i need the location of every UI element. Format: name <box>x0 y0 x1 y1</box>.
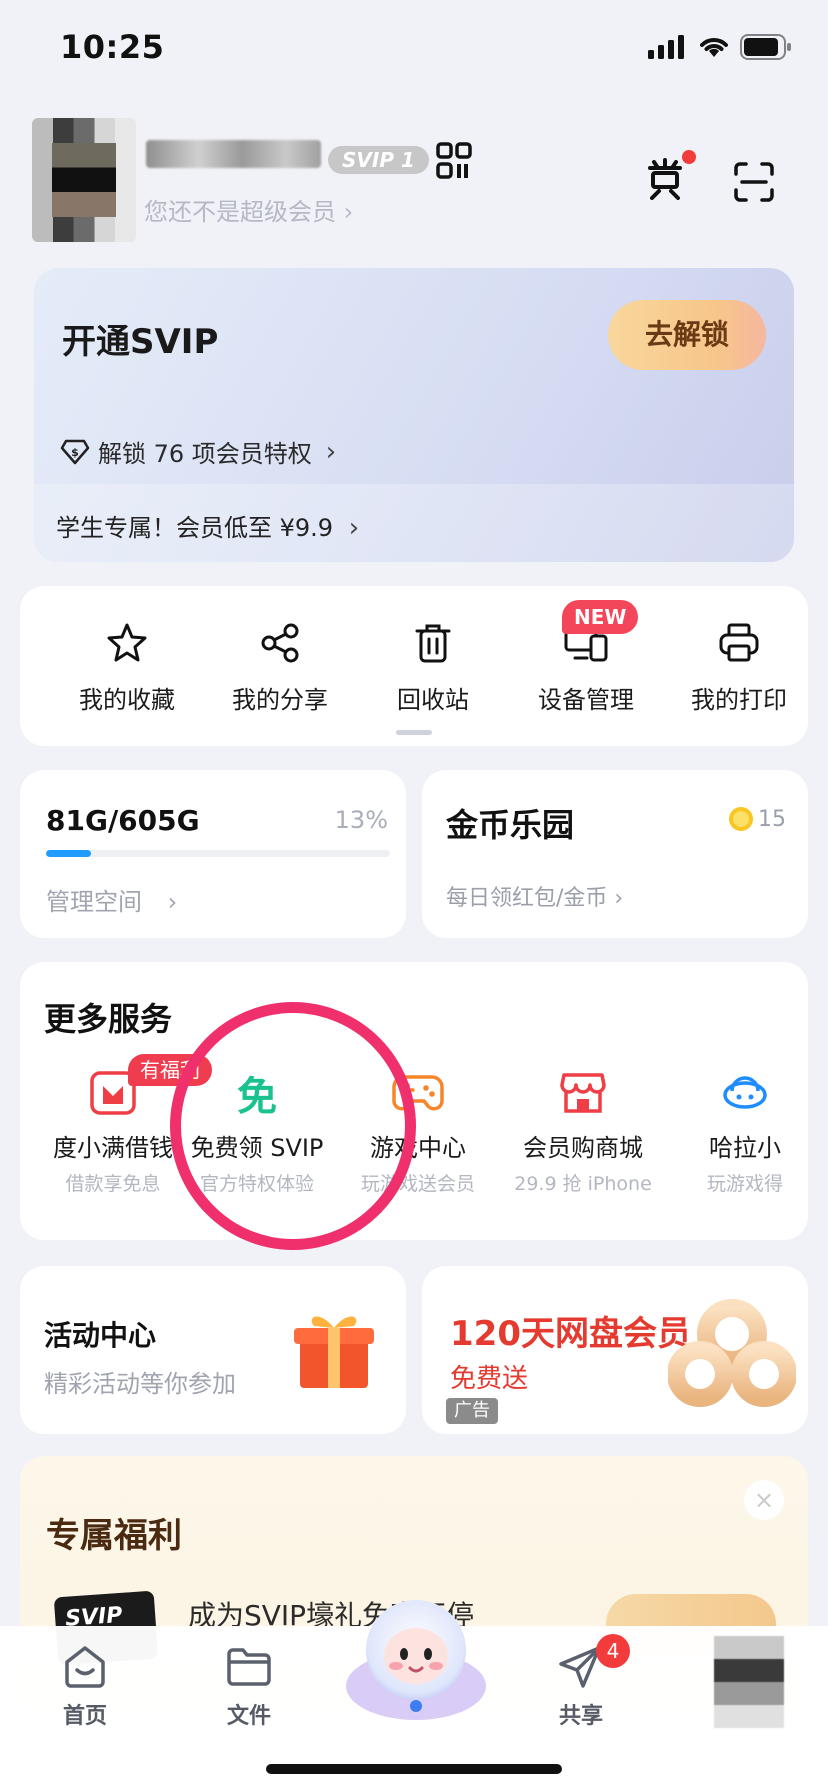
privilege-text: 解锁 76 项会员特权 <box>98 440 312 468</box>
promo-subtitle: 免费送 <box>450 1364 529 1394</box>
trash-icon <box>415 624 451 663</box>
privilege-link[interactable]: $ 解锁 76 项会员特权 › <box>60 434 336 469</box>
student-offer-text[interactable]: 学生专属！会员低至 ¥9.9 › <box>56 508 359 543</box>
chevron-right-icon: › <box>167 888 178 916</box>
activity-subtitle: 精彩活动等你参加 <box>44 1370 236 1398</box>
welfare-badge: 有福利 <box>128 1054 212 1086</box>
page-indicator <box>396 730 432 735</box>
storage-progress-bar <box>46 850 390 857</box>
notification-dot <box>682 150 696 164</box>
chevron-right-icon: › <box>325 436 337 467</box>
storage-used: 81G/605G <box>46 804 200 837</box>
share-icon <box>261 623 299 663</box>
tab-label: 共享 <box>558 1704 603 1729</box>
storage-percent: 13% <box>334 806 388 834</box>
new-badge: NEW <box>562 600 639 634</box>
profile-tab-avatar[interactable] <box>714 1636 784 1728</box>
promo-ad-card[interactable]: 120天网盘会员 免费送 广告 <box>422 1266 808 1434</box>
service-hala[interactable]: 哈拉小 玩游戏得 <box>660 1070 808 1196</box>
tab-label: 首页 <box>62 1704 107 1729</box>
close-icon[interactable]: × <box>744 1480 784 1520</box>
tool-label: 我的收藏 <box>79 686 175 714</box>
qr-code-icon[interactable] <box>436 142 472 180</box>
benefits-title: 专属福利 <box>46 1516 182 1556</box>
chevron-right-icon: › <box>348 513 360 543</box>
service-sub: 玩游戏得 <box>706 1173 783 1195</box>
svip-promo-card[interactable]: 开通SVIP 去解锁 $ 解锁 76 项会员特权 › 学生专属！会员低至 ¥9.… <box>34 268 794 562</box>
service-name: 免费领 SVIP <box>190 1134 324 1162</box>
svip-level-badge: SVIP 1 <box>328 146 429 174</box>
tool-label: 回收站 <box>397 686 469 714</box>
service-name: 游戏中心 <box>370 1134 466 1162</box>
activity-center-card[interactable]: 活动中心 精彩活动等你参加 <box>20 1266 406 1434</box>
battery-icon <box>740 34 791 60</box>
coin-park-card[interactable]: 金币乐园 15 每日领红包/金币 › <box>422 770 808 938</box>
service-name: 哈拉小 <box>709 1134 781 1162</box>
signal-icon <box>648 35 684 59</box>
storage-card[interactable]: 81G/605G 13% 管理空间 › <box>20 770 406 938</box>
tool-device-management[interactable]: 设备管理 <box>511 620 661 715</box>
svip-card-title: 开通SVIP <box>62 322 219 362</box>
home-indicator <box>266 1764 562 1774</box>
service-sub: 29.9 抢 iPhone <box>514 1173 652 1195</box>
service-sub: 玩游戏送会员 <box>360 1173 475 1195</box>
tab-label: 文件 <box>226 1704 271 1729</box>
scan-icon[interactable] <box>734 162 774 202</box>
coin-park-title: 金币乐园 <box>446 806 575 844</box>
manage-space-link[interactable]: 管理空间 › <box>46 882 177 917</box>
ad-tag: 广告 <box>446 1398 498 1424</box>
coin-icon <box>729 807 753 831</box>
printer-icon <box>719 623 759 662</box>
svg-text:$: $ <box>71 446 79 459</box>
coin-count: 15 <box>728 806 786 832</box>
coin-park-subtitle: 每日领红包/金币 › <box>446 886 624 911</box>
activity-title: 活动中心 <box>44 1319 157 1352</box>
tab-home[interactable]: 首页 <box>30 1644 140 1730</box>
gift-box-icon <box>294 1316 374 1388</box>
quick-tools-card: 我的收藏 我的分享 回收站 设备管理 我的打印 NEW <box>20 586 808 746</box>
tool-favorites[interactable]: 我的收藏 <box>52 620 202 715</box>
service-free-svip[interactable]: 免 免费领 SVIP 官方特权体验 <box>172 1070 342 1196</box>
tool-label: 设备管理 <box>538 686 634 714</box>
home-icon <box>65 1646 105 1688</box>
diamond-icon: $ <box>60 439 90 464</box>
service-game-center[interactable]: 游戏中心 玩游戏送会员 <box>333 1070 503 1196</box>
unlock-button[interactable]: 去解锁 <box>608 300 766 370</box>
tool-recycle-bin[interactable]: 回收站 <box>358 620 508 715</box>
share-notification-badge: 4 <box>596 1634 630 1668</box>
tab-files[interactable]: 文件 <box>194 1644 304 1730</box>
hala-icon <box>723 1076 767 1109</box>
baidu-netdisk-logo-icon <box>668 1299 796 1407</box>
service-sub: 官方特权体验 <box>199 1173 314 1195</box>
service-name: 会员购商城 <box>523 1134 643 1162</box>
store-icon <box>560 1073 606 1113</box>
wifi-icon <box>700 38 728 57</box>
mascot-assistant-icon[interactable] <box>344 1594 488 1724</box>
more-services-card: 更多服务 度小满借钱 借款享免息 免 免费领 SVIP 官方特权体验 游戏中心 … <box>20 962 808 1240</box>
reward-icon[interactable] <box>644 158 686 200</box>
tool-label: 我的分享 <box>232 686 328 714</box>
tool-label: 我的打印 <box>691 686 787 714</box>
services-title: 更多服务 <box>44 1000 173 1038</box>
tool-my-shares[interactable]: 我的分享 <box>205 620 355 715</box>
promo-title: 120天网盘会员 <box>450 1314 691 1354</box>
status-time: 10:25 <box>60 28 165 66</box>
not-member-link[interactable]: 您还不是超级会员 › <box>144 192 353 227</box>
avatar[interactable] <box>32 118 136 242</box>
storage-progress-fill <box>46 850 91 857</box>
username-blurred <box>146 140 321 168</box>
service-member-mall[interactable]: 会员购商城 29.9 抢 iPhone <box>498 1070 668 1196</box>
star-icon <box>107 623 147 662</box>
gamepad-icon <box>392 1075 444 1111</box>
tool-my-printing[interactable]: 我的打印 <box>664 620 814 715</box>
free-svip-icon: 免 <box>237 1074 277 1120</box>
folder-icon <box>227 1648 271 1686</box>
status-icons <box>648 34 792 60</box>
